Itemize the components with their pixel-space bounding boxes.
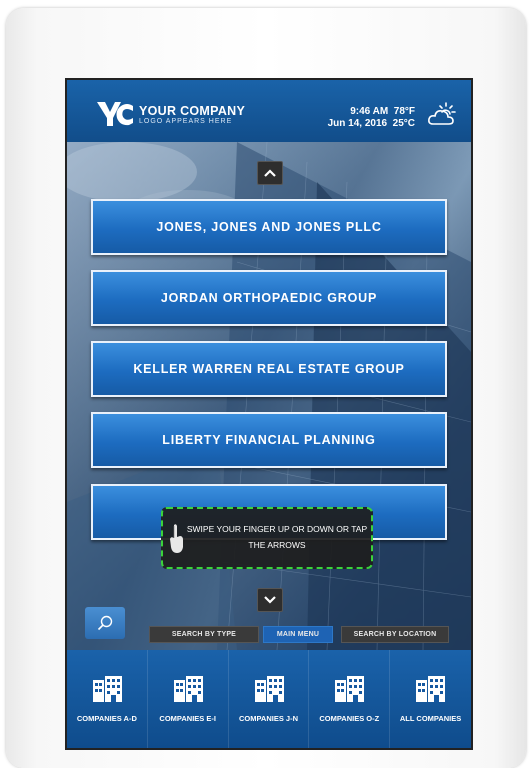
time-text: 9:46 AM [350,106,389,117]
nav-label: ALL COMPANIES [399,714,462,723]
search-by-type-button[interactable]: SEARCH BY TYPE [149,626,259,643]
nav-companies-e-i[interactable]: COMPANIES E-I [148,650,229,748]
footer-nav: COMPANIES A-D COMPANIES E-I COMPANIES J-… [67,650,471,748]
building-icon [335,676,365,702]
search-by-location-button[interactable]: SEARCH BY LOCATION [341,626,449,643]
header-bar: YOUR COMPANY LOGO APPEARS HERE 9:46 AM 7… [67,80,471,143]
building-icon [173,676,203,702]
temp-f-text: 78°F [393,106,415,117]
nav-companies-a-d[interactable]: COMPANIES A-D [67,650,148,748]
directory-item[interactable]: KELLER WARREN REAL ESTATE GROUP [91,341,447,397]
swipe-hint-tooltip: SWIPE YOUR FINGER UP OR DOWN OR TAP THE … [161,507,373,569]
date-text: Jun 14, 2016 [327,118,388,129]
datetime-display: 9:46 AM 78°F Jun 14, 2016 25°C [328,106,415,130]
search-button[interactable] [85,607,125,639]
company-logo-icon [97,102,133,126]
partly-cloudy-icon [428,102,456,125]
building-icon [416,676,446,702]
nav-label: COMPANIES J-N [238,714,299,723]
scroll-up-button[interactable] [257,161,283,185]
scroll-down-button[interactable] [257,588,283,612]
kiosk-screen: YOUR COMPANY LOGO APPEARS HERE 9:46 AM 7… [67,80,471,748]
nav-label: COMPANIES O-Z [319,714,380,723]
building-icon [93,676,122,702]
nav-label: COMPANIES E-I [159,714,216,723]
nav-label: COMPANIES A-D [76,714,137,723]
swipe-hand-icon [170,524,183,553]
directory-item[interactable]: LIBERTY FINANCIAL PLANNING [91,412,447,468]
chevron-up-icon [264,169,276,177]
nav-all-companies[interactable]: ALL COMPANIES [390,650,471,748]
nav-companies-o-z[interactable]: COMPANIES O-Z [309,650,391,748]
company-name: YOUR COMPANY [139,104,246,118]
nav-companies-j-n[interactable]: COMPANIES J-N [229,650,310,748]
main-menu-button[interactable]: MAIN MENU [263,626,333,643]
search-icon [97,615,113,631]
building-icon [254,676,284,702]
company-tagline: LOGO APPEARS HERE [139,118,233,125]
directory-item[interactable]: JORDAN ORTHOPAEDIC GROUP [91,270,447,326]
temp-c-text: 25°C [392,118,415,129]
swipe-hint-text: SWIPE YOUR FINGER UP OR DOWN OR TAP THE … [186,524,368,550]
chevron-down-icon [264,596,276,604]
directory-item[interactable]: JONES, JONES AND JONES PLLC [91,199,447,255]
